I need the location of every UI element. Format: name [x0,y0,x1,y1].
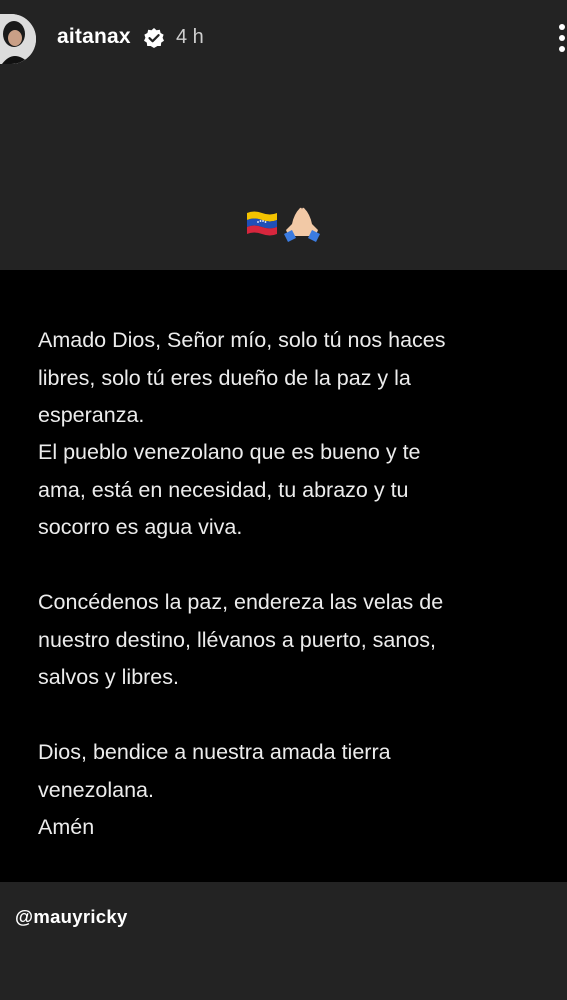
venezuela-flag-icon [246,210,278,236]
paragraph-5: Amén [38,815,95,839]
text-card: Amado Dios, Señor mío, solo tú nos haces… [0,270,567,882]
profile-avatar[interactable] [0,14,36,64]
more-options-icon[interactable] [559,24,567,54]
paragraph-4: Dios, bendice a nuestra amada tierra ven… [38,740,391,802]
post-time: 4 h [176,26,204,48]
paragraph-1: Amado Dios, Señor mío, solo tú nos haces… [38,328,446,427]
emoji-row [246,206,326,246]
username[interactable]: aitanax [57,25,131,49]
story-view: aitanax 4 h Amado Dios, Señor mío, solo … [0,0,567,1000]
story-header: aitanax 4 h [0,0,567,80]
mention-bar: @mauyricky [0,882,567,1000]
mention-sticker[interactable]: @mauyricky [15,906,128,928]
paragraph-2: El pueblo venezolano que es bueno y te a… [38,440,421,539]
paragraph-3: Concédenos la paz, endereza las velas de… [38,590,444,689]
verified-badge-icon [143,27,165,49]
praying-hands-icon [282,206,322,244]
